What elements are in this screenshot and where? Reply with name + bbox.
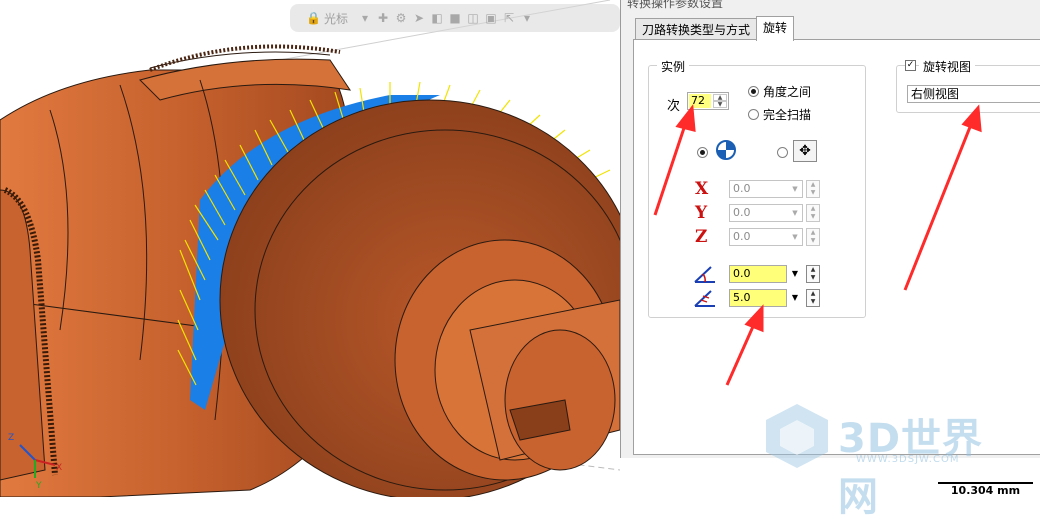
tab-rotate[interactable]: 旋转 bbox=[756, 16, 795, 41]
viewport-toolbar: 🔒 光标 ▾ ✚ ⚙ ➤ ◧ ■ ◫ ▣ ⇱ ▾ bbox=[290, 4, 620, 32]
sweep-angle-field[interactable]: 5.0 bbox=[729, 289, 787, 307]
cube-icon[interactable]: ◧ bbox=[430, 11, 444, 25]
x-value: 0.0 bbox=[733, 182, 751, 195]
radio-between-angle[interactable] bbox=[748, 86, 759, 97]
tab-transform-type[interactable]: 刀路转换类型与方式 bbox=[635, 18, 758, 40]
x-field[interactable]: 0.0 ▼ bbox=[729, 180, 803, 198]
dropdown-icon[interactable]: ▼ bbox=[789, 289, 801, 307]
view-field[interactable]: 右侧视图 bbox=[907, 85, 1040, 103]
dropdown-icon[interactable]: ▾ bbox=[520, 11, 534, 25]
radio-full-sweep[interactable] bbox=[748, 109, 759, 120]
dropdown-icon[interactable]: ▾ bbox=[358, 11, 372, 25]
gear-icon[interactable]: ⚙ bbox=[394, 11, 408, 25]
radio-full-sweep-label[interactable]: 完全扫描 bbox=[763, 106, 811, 123]
radio-custom-point[interactable] bbox=[777, 147, 788, 158]
start-angle-icon bbox=[694, 266, 715, 283]
svg-text:Z: Z bbox=[8, 433, 14, 443]
z-stepper[interactable]: ▲ ▼ bbox=[806, 228, 820, 246]
svg-text:X: X bbox=[56, 463, 62, 473]
cursor-mode-label[interactable]: 光标 bbox=[324, 10, 348, 27]
start-angle-field[interactable]: 0.0 bbox=[729, 265, 787, 283]
transform-dialog: 转换操作参数设置 刀路转换类型与方式 旋转 实例 次 72 ▲ ▼ 角度之间 完… bbox=[620, 0, 1040, 458]
times-stepper[interactable]: 72 ▲ ▼ bbox=[687, 92, 729, 110]
y-axis-icon: Y bbox=[695, 203, 708, 223]
rotate-view-label[interactable]: 旋转视图 bbox=[919, 58, 976, 75]
y-stepper[interactable]: ▲ ▼ bbox=[806, 204, 820, 222]
move-icon: ✥ bbox=[799, 143, 811, 159]
cube-solid-icon[interactable]: ■ bbox=[448, 11, 462, 25]
radio-origin-center[interactable] bbox=[697, 147, 708, 158]
pick-point-button[interactable]: ✥ bbox=[793, 140, 817, 162]
dialog-tabs: 刀路转换类型与方式 旋转 bbox=[635, 16, 795, 41]
z-field[interactable]: 0.0 ▼ bbox=[729, 228, 803, 246]
cad-viewport[interactable]: Z X Y 🔒 光标 ▾ ✚ ⚙ ➤ ◧ ■ ◫ ▣ ⇱ ▾ bbox=[0, 0, 620, 497]
decrement-icon[interactable]: ▼ bbox=[713, 101, 727, 108]
gear-shaft-model: Z X Y bbox=[0, 0, 620, 497]
z-value: 0.0 bbox=[733, 230, 751, 243]
sweep-angle-icon bbox=[694, 290, 715, 307]
z-axis-icon: Z bbox=[695, 227, 708, 247]
origin-icon[interactable] bbox=[715, 139, 737, 161]
y-value: 0.0 bbox=[733, 206, 751, 219]
sweep-angle-stepper[interactable]: ▲ ▼ bbox=[806, 289, 820, 307]
instance-group-legend: 实例 bbox=[657, 58, 690, 75]
dropdown-icon[interactable]: ▼ bbox=[789, 265, 801, 283]
select-arrow-icon[interactable]: ➤ bbox=[412, 11, 426, 25]
x-stepper[interactable]: ▲ ▼ bbox=[806, 180, 820, 198]
x-axis-icon: X bbox=[695, 179, 709, 199]
instance-group: 实例 次 72 ▲ ▼ 角度之间 完全扫描 ✥ X 0.0 ▼ ▲ ▼ Y 0.… bbox=[648, 58, 866, 318]
increment-icon[interactable]: ▲ bbox=[713, 94, 727, 101]
dropdown-icon[interactable]: ▼ bbox=[788, 229, 802, 245]
y-field[interactable]: 0.0 ▼ bbox=[729, 204, 803, 222]
scale-bar: 10.304 mm bbox=[938, 482, 1033, 498]
select-filter-icon[interactable]: ⇱ bbox=[502, 11, 516, 25]
times-label: 次 bbox=[667, 99, 681, 114]
dropdown-icon[interactable]: ▼ bbox=[788, 205, 802, 221]
snap-icon[interactable]: ✚ bbox=[376, 11, 390, 25]
times-value[interactable]: 72 bbox=[689, 94, 711, 108]
dropdown-icon[interactable]: ▼ bbox=[788, 181, 802, 197]
rotate-tab-panel: 实例 次 72 ▲ ▼ 角度之间 完全扫描 ✥ X 0.0 ▼ ▲ ▼ Y 0.… bbox=[633, 39, 1040, 455]
rotate-view-checkbox[interactable]: ✓ bbox=[905, 60, 916, 71]
dialog-title: 转换操作参数设置 bbox=[627, 0, 724, 10]
cube-wire-icon[interactable]: ◫ bbox=[466, 11, 480, 25]
radio-between-angle-label[interactable]: 角度之间 bbox=[763, 83, 811, 100]
lock-icon[interactable]: 🔒 bbox=[306, 11, 321, 25]
cube-shade-icon[interactable]: ▣ bbox=[484, 11, 498, 25]
start-angle-stepper[interactable]: ▲ ▼ bbox=[806, 265, 820, 283]
rotate-view-group: ✓ 旋转视图 右侧视图 bbox=[896, 58, 1040, 113]
svg-text:Y: Y bbox=[35, 481, 42, 491]
